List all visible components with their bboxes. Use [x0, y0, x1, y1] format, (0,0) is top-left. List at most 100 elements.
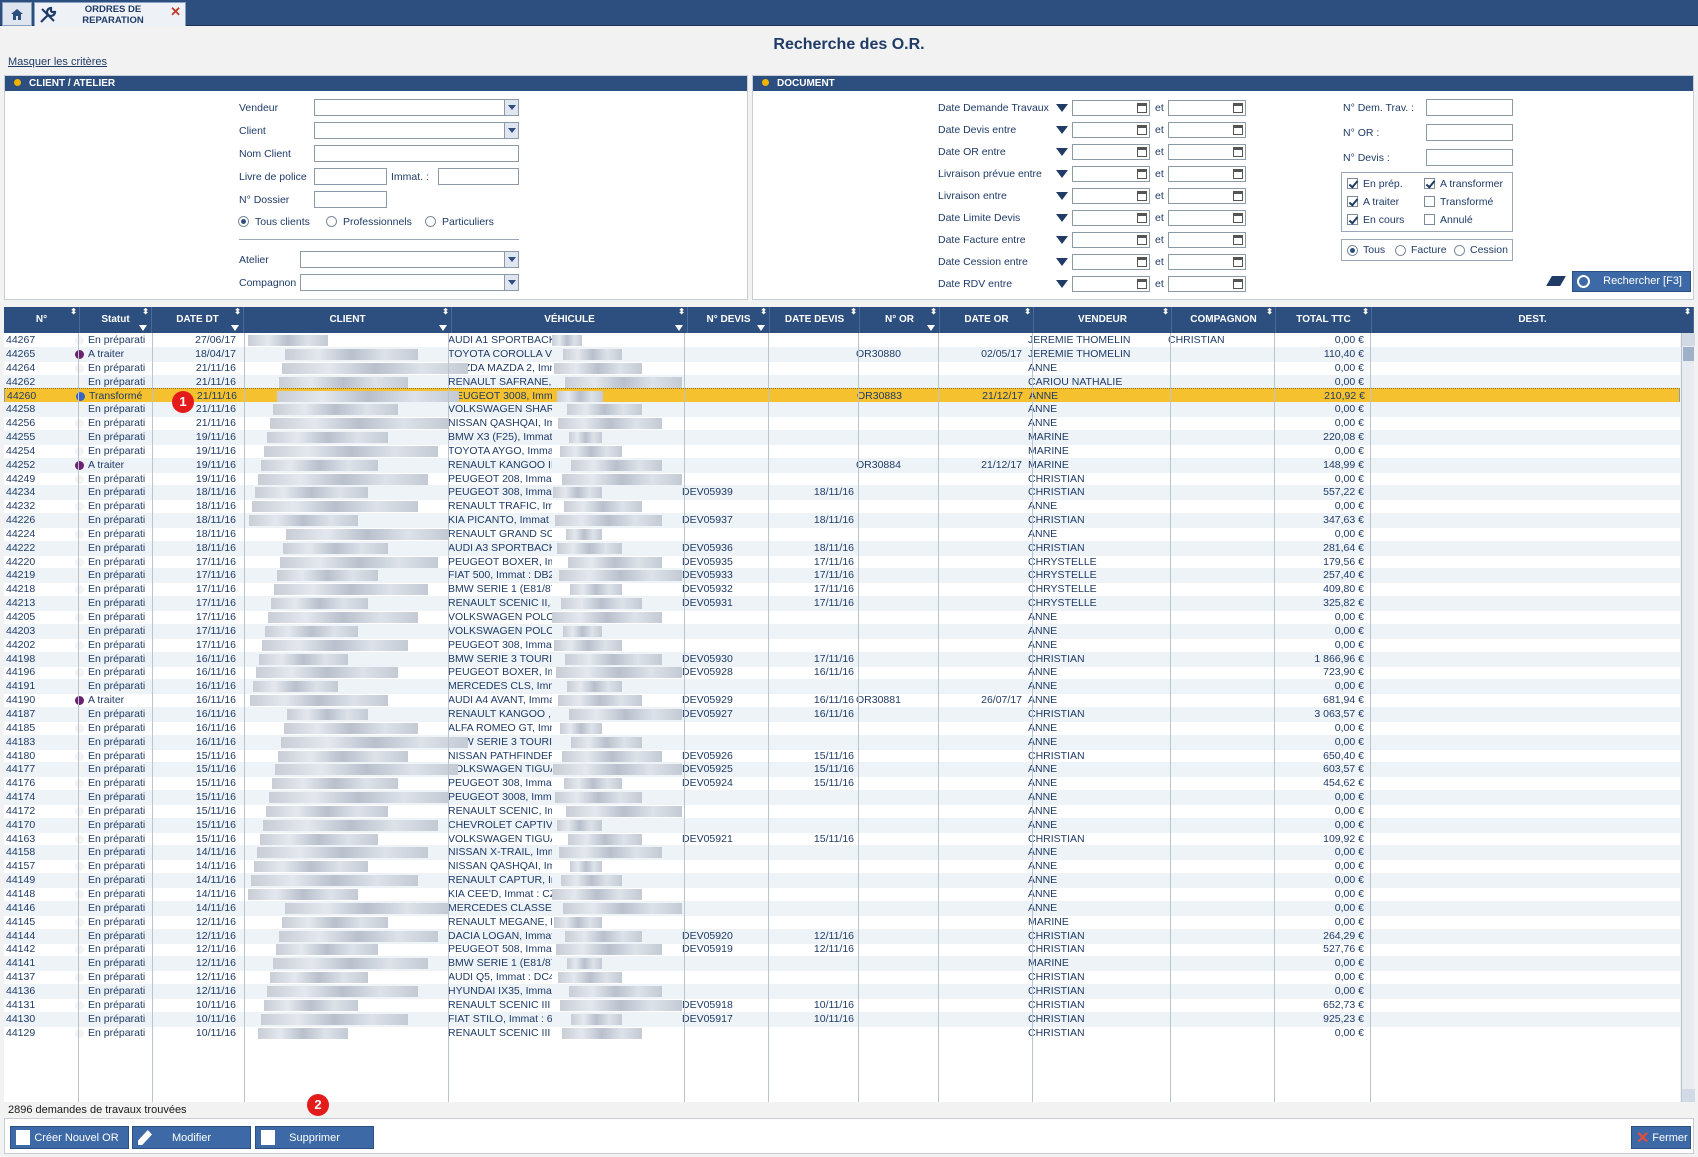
- sort-icon[interactable]: ⬍: [1162, 308, 1169, 316]
- create-or-button[interactable]: Créer Nouvel OR: [10, 1126, 129, 1149]
- calendar-icon[interactable]: [1137, 147, 1147, 157]
- sort-icon[interactable]: ⬍: [1024, 308, 1031, 316]
- sort-icon[interactable]: ⬍: [930, 308, 937, 316]
- tab-ordres-reparation[interactable]: ORDRES DE REPARATION ✕: [34, 2, 186, 26]
- date-to-input[interactable]: [1168, 188, 1246, 204]
- table-row[interactable]: 44176 En préparati 15/11/16 PEUGEOT 308, Im…: [4, 776, 1680, 791]
- sort-icon[interactable]: ⬍: [1362, 308, 1369, 316]
- table-row[interactable]: 44145 En préparati 12/11/16 RENAULT MEGANE,…: [4, 915, 1680, 930]
- table-row[interactable]: 44141 En préparati 12/11/16 BMW SERIE 1 (E8…: [4, 956, 1680, 972]
- table-row[interactable]: 44232 En préparati 18/11/16 RENAULT TRAFIC,…: [4, 499, 1680, 514]
- date-mode-dropdown-icon[interactable]: [1056, 236, 1068, 244]
- sort-icon[interactable]: ⬍: [1266, 308, 1273, 316]
- date-mode-dropdown-icon[interactable]: [1056, 126, 1068, 134]
- table-row[interactable]: 44265 A traiter 18/04/17 TOYOTA COROLLA V OR…: [4, 346, 1680, 362]
- sort-icon[interactable]: ⬍: [850, 308, 857, 316]
- delete-button[interactable]: Supprimer: [255, 1126, 374, 1149]
- date-from-input[interactable]: [1072, 254, 1150, 270]
- table-row[interactable]: 44262 En préparati 21/11/16 RENAULT SAFRANE…: [4, 374, 1680, 390]
- table-row[interactable]: 44158 En préparati 14/11/16 NISSAN X-TRAIL,…: [4, 845, 1680, 861]
- date-from-input[interactable]: [1072, 122, 1150, 138]
- calendar-icon[interactable]: [1137, 235, 1147, 245]
- table-row[interactable]: 44198 En préparati 16/11/16 BMW SERIE 3 TOU…: [4, 651, 1680, 667]
- search-button[interactable]: Rechercher [F3]: [1572, 271, 1691, 292]
- compagnon-select[interactable]: [300, 274, 519, 291]
- calendar-icon[interactable]: [1137, 103, 1147, 113]
- table-row[interactable]: 44163 En préparati 15/11/16 VOLKSWAGEN TIGU…: [4, 832, 1680, 847]
- table-row[interactable]: 44131 En préparati 10/11/16 RENAULT SCENIC …: [4, 998, 1680, 1013]
- calendar-icon[interactable]: [1137, 169, 1147, 179]
- table-row[interactable]: 44157 En préparati 14/11/16 NISSAN QASHQAI,…: [4, 859, 1680, 874]
- table-row[interactable]: 44252 A traiter 19/11/16 RENAULT KANGOO II O…: [4, 457, 1680, 473]
- table-row[interactable]: 44202 En préparati 17/11/16 PEUGEOT 308, Im…: [4, 638, 1680, 653]
- column-header[interactable]: DATE OR ⬍: [940, 307, 1034, 333]
- radio-tous-clients[interactable]: [238, 216, 249, 227]
- table-row[interactable]: 44249 En préparati 19/11/16 PEUGEOT 208, Im…: [4, 472, 1680, 487]
- atelier-select[interactable]: [300, 251, 519, 268]
- column-header[interactable]: VÉHICULE ⬍: [452, 307, 688, 333]
- scroll-up-icon[interactable]: [1682, 333, 1695, 346]
- modify-button[interactable]: Modifier: [132, 1126, 251, 1149]
- table-row[interactable]: 44183 En préparati 16/11/16 BMW SERIE 3 TOU…: [4, 734, 1680, 750]
- sort-icon[interactable]: ⬍: [678, 308, 685, 316]
- sort-icon[interactable]: ⬍: [234, 308, 241, 316]
- table-row[interactable]: 44137 En préparati 12/11/16 AUDI Q5, Immat …: [4, 970, 1680, 985]
- table-row[interactable]: 44191 En préparati 16/11/16 MERCEDES CLS, I…: [4, 679, 1680, 695]
- column-header[interactable]: VENDEUR ⬍: [1034, 307, 1172, 333]
- checkbox-annule[interactable]: [1424, 214, 1435, 225]
- table-row[interactable]: 44190 A traiter 16/11/16 AUDI A4 AVANT, Imm…: [4, 693, 1680, 708]
- calendar-icon[interactable]: [1233, 125, 1243, 135]
- table-row[interactable]: 44219 En préparati 17/11/16 FIAT 500, Immat…: [4, 568, 1680, 584]
- table-row[interactable]: 44185 En préparati 16/11/16 ALFA ROMEO GT, …: [4, 721, 1680, 736]
- table-row[interactable]: 44218 En préparati 17/11/16 BMW SERIE 1 (E8…: [4, 582, 1680, 597]
- column-header[interactable]: N° OR ⬍: [860, 307, 940, 333]
- date-mode-dropdown-icon[interactable]: [1056, 280, 1068, 288]
- table-row[interactable]: 44260 Transformé 21/11/16 PEUGEOT 3008, Imm…: [4, 388, 1680, 404]
- date-from-input[interactable]: [1072, 232, 1150, 248]
- immat-input[interactable]: [438, 168, 519, 185]
- table-row[interactable]: 44205 En préparati 17/11/16 VOLKSWAGEN POLO…: [4, 610, 1680, 625]
- column-header[interactable]: DATE DEVIS ⬍: [770, 307, 860, 333]
- dossier-input[interactable]: [314, 191, 387, 208]
- sort-icon[interactable]: ⬍: [1684, 308, 1691, 316]
- date-to-input[interactable]: [1168, 100, 1246, 116]
- table-row[interactable]: 44222 En préparati 18/11/16 AUDI A3 SPORTBA…: [4, 540, 1680, 556]
- table-row[interactable]: 44196 En préparati 16/11/16 PEUGEOT BOXER, …: [4, 665, 1680, 680]
- date-to-input[interactable]: [1168, 166, 1246, 182]
- table-row[interactable]: 44264 En préparati 21/11/16 MAZDA MAZDA 2, …: [4, 361, 1680, 376]
- calendar-icon[interactable]: [1137, 125, 1147, 135]
- checkbox-a-traiter[interactable]: [1347, 196, 1358, 207]
- sort-icon[interactable]: ⬍: [142, 308, 149, 316]
- sort-icon[interactable]: ⬍: [760, 308, 767, 316]
- checkbox-transforme[interactable]: [1424, 196, 1435, 207]
- table-row[interactable]: 44174 En préparati 15/11/16 PEUGEOT 3008, I…: [4, 790, 1680, 806]
- sort-icon[interactable]: ⬍: [442, 308, 449, 316]
- table-row[interactable]: 44142 En préparati 12/11/16 PEUGEOT 508, Im…: [4, 942, 1680, 957]
- table-row[interactable]: 44136 En préparati 12/11/16 HYUNDAI IX35, I…: [4, 983, 1680, 999]
- table-row[interactable]: 44170 En préparati 15/11/16 CHEVROLET CAPTI…: [4, 817, 1680, 833]
- date-to-input[interactable]: [1168, 232, 1246, 248]
- table-row[interactable]: 44149 En préparati 14/11/16 RENAULT CAPTUR,…: [4, 873, 1680, 889]
- table-row[interactable]: 44148 En préparati 14/11/16 KIA CEE'D, Imma…: [4, 887, 1680, 902]
- date-from-input[interactable]: [1072, 144, 1150, 160]
- table-row[interactable]: 44146 En préparati 14/11/16 MERCEDES CLASSE…: [4, 900, 1680, 916]
- table-row[interactable]: 44130 En préparati 10/11/16 FIAT STILO, Imm…: [4, 1011, 1680, 1027]
- column-header[interactable]: CLIENT ⬍: [244, 307, 452, 333]
- scroll-down-icon[interactable]: [1682, 1089, 1695, 1102]
- hide-criteria-link[interactable]: Masquer les critères: [8, 56, 107, 68]
- date-from-input[interactable]: [1072, 100, 1150, 116]
- calendar-icon[interactable]: [1137, 213, 1147, 223]
- radio-particuliers[interactable]: [425, 216, 436, 227]
- calendar-icon[interactable]: [1137, 191, 1147, 201]
- table-row[interactable]: 44234 En préparati 18/11/16 PEUGEOT 308, Im…: [4, 485, 1680, 501]
- table-row[interactable]: 44226 En préparati 18/11/16 KIA PICANTO, Im…: [4, 513, 1680, 529]
- date-to-input[interactable]: [1168, 276, 1246, 292]
- radio-facture[interactable]: [1395, 245, 1406, 256]
- date-from-input[interactable]: [1072, 166, 1150, 182]
- table-row[interactable]: 44129 En préparati 10/11/16 RENAULT SCENIC …: [4, 1026, 1680, 1041]
- checkbox-a-transformer[interactable]: [1424, 178, 1435, 189]
- checkbox-en-cours[interactable]: [1347, 214, 1358, 225]
- table-row[interactable]: 44224 En préparati 18/11/16 RENAULT GRAND S…: [4, 527, 1680, 542]
- calendar-icon[interactable]: [1137, 257, 1147, 267]
- n-devis-input[interactable]: [1426, 149, 1513, 166]
